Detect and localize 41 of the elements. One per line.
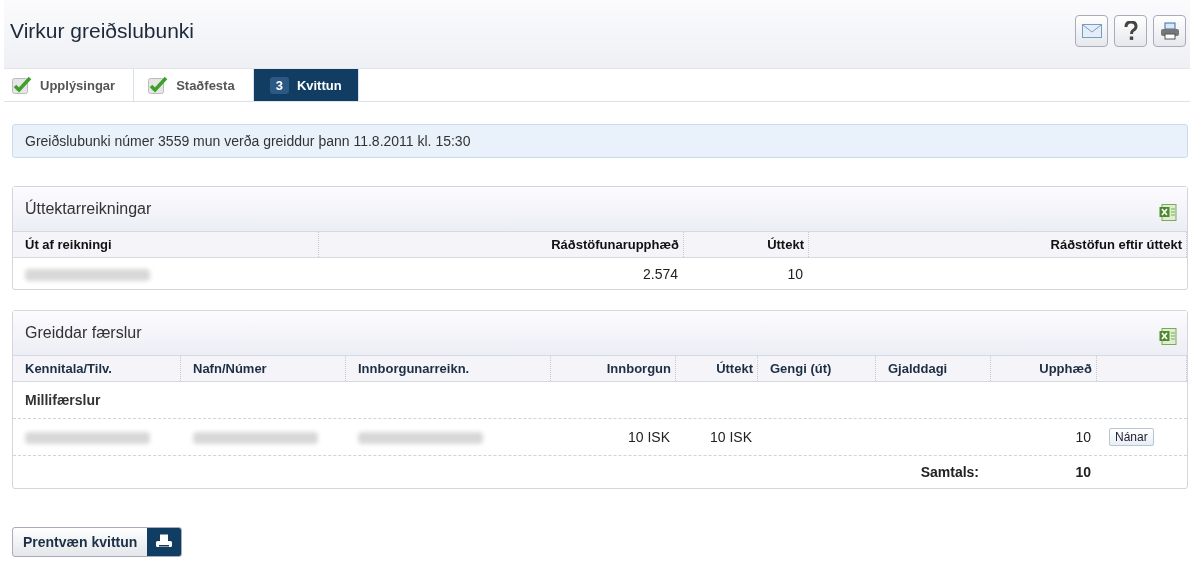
printer-icon: [1159, 22, 1180, 40]
email-button[interactable]: [1075, 15, 1108, 47]
table-cell: 10 ISK: [627, 429, 670, 445]
question-mark-icon: [1123, 21, 1138, 41]
step-tab[interactable]: Staðfesta: [134, 69, 254, 101]
column-header: Ráðstöfunarupphæð: [319, 232, 684, 257]
print-button[interactable]: [1153, 15, 1186, 47]
table-cell: 10: [787, 265, 803, 282]
column-header: Úttekt: [684, 232, 809, 257]
print-receipt-button[interactable]: Prentvæn kvittun: [12, 527, 183, 557]
envelope-icon: [1081, 24, 1102, 38]
spreadsheet-icon[interactable]: [1159, 327, 1177, 345]
page-title: Virkur greiðslubunki: [9, 19, 195, 43]
checkmark-icon: [12, 76, 32, 94]
column-header: Kennitala/Tilv.: [13, 356, 181, 381]
details-button[interactable]: Nánar: [1109, 428, 1154, 446]
column-header: Gengi (út): [758, 356, 876, 381]
column-header: Upphæð: [991, 356, 1097, 381]
column-header: Úttekt: [676, 356, 758, 381]
table-cell: 2.574: [642, 265, 678, 282]
info-message: Greiðslubunki númer 3559 mun verða greiddur þann 11.8.2011 kl. 15:30: [12, 124, 1188, 158]
step-tab[interactable]: Upplýsingar: [4, 69, 135, 101]
column-header: Ráðstöfun eftir úttekt: [809, 232, 1187, 257]
column-header: Gjalddagi: [876, 356, 991, 381]
spreadsheet-icon[interactable]: [1159, 203, 1177, 221]
column-header: Innborgunarreikn.: [346, 356, 551, 381]
table-cell: 10 ISK: [709, 429, 752, 445]
group-label: Millifærslur: [25, 392, 101, 408]
panel-title: Úttektarreikningar: [25, 200, 152, 218]
step-number: 3: [269, 76, 289, 94]
column-header: Innborgun: [551, 356, 676, 381]
help-button[interactable]: [1114, 15, 1147, 47]
total-value: 10: [1075, 464, 1091, 480]
step-tab[interactable]: 3 Kvittun: [253, 69, 359, 101]
column-header: Nafn/Númer: [181, 356, 346, 381]
total-label: Samtals:: [920, 464, 979, 480]
column-header: Út af reikningi: [13, 232, 319, 257]
checkmark-icon: [148, 76, 169, 94]
panel-title: Greiddar færslur: [25, 324, 142, 342]
printer-icon: [155, 534, 174, 550]
table-cell: 10: [1075, 429, 1091, 445]
